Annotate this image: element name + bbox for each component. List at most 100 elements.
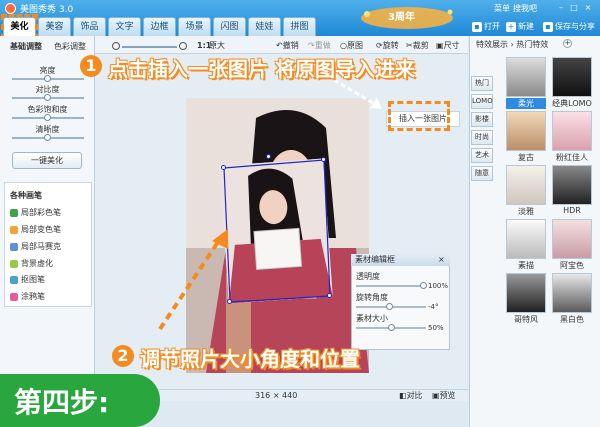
slider-knob[interactable] xyxy=(386,303,393,310)
brush-local-recolor[interactable]: 局部变色笔 xyxy=(10,224,61,236)
opacity-value: 100% xyxy=(428,282,449,290)
tab-lomo[interactable]: LOMO xyxy=(471,94,493,109)
arrow-to-photo-icon xyxy=(158,229,228,331)
expand-icon[interactable]: + xyxy=(563,39,572,48)
subtab-color[interactable]: 色彩调整 xyxy=(54,40,86,53)
tab-popular[interactable]: 热门 xyxy=(471,76,493,91)
resize-handle[interactable] xyxy=(221,165,226,170)
tab-doll[interactable]: 娃娃 xyxy=(248,17,281,36)
step-2-instruction: 调节照片大小角度和位置 xyxy=(140,347,360,371)
step-marker-1: 1 xyxy=(80,55,102,77)
subtab-basic[interactable]: 基础调整 xyxy=(10,40,42,53)
close-icon[interactable]: × xyxy=(582,3,594,13)
effect-elegant[interactable] xyxy=(506,165,546,205)
effect-black-white[interactable] xyxy=(552,273,592,313)
brush-cutout[interactable]: 抠图笔 xyxy=(10,274,45,286)
compare-icon: ◧ xyxy=(399,391,407,400)
open-button[interactable]: ▪ 打开 xyxy=(472,19,500,34)
effect-classic-lomo[interactable] xyxy=(552,57,592,97)
anniversary-text: 3周年 xyxy=(388,12,415,23)
plus-icon: + xyxy=(506,21,516,32)
tab-collage[interactable]: 拼图 xyxy=(283,17,316,36)
brush-local-color[interactable]: 局部彩色笔 xyxy=(10,207,61,219)
preview-icon: ▣ xyxy=(432,391,440,400)
effect-label-sketch: 素描 xyxy=(518,261,534,270)
preview-button[interactable]: ▣预览 xyxy=(432,390,456,401)
tab-scene[interactable]: 场景 xyxy=(178,17,211,36)
opacity-slider[interactable] xyxy=(356,285,426,287)
maximize-icon[interactable]: □ xyxy=(568,3,580,13)
rotate-handle[interactable] xyxy=(266,154,271,159)
tab-text[interactable]: 文字 xyxy=(108,17,141,36)
brush-mosaic[interactable]: 局部马赛克 xyxy=(10,241,61,253)
tab-accessories[interactable]: 饰品 xyxy=(73,17,106,36)
brush-title: 各种画笔 xyxy=(10,191,42,200)
one-key-beautify-button[interactable]: 一键美化 xyxy=(12,152,82,169)
tab-studio[interactable]: 影楼 xyxy=(471,112,493,127)
slider-knob[interactable] xyxy=(44,94,51,101)
effect-label-abao: 阿宝色 xyxy=(560,261,584,270)
tab-fashion[interactable]: 时尚 xyxy=(471,130,493,145)
material-size-label: 素材大小 xyxy=(356,314,388,323)
slider-knob[interactable] xyxy=(420,282,427,289)
minimize-icon[interactable]: – xyxy=(555,3,567,13)
step-1-instruction: 点击插入一张图片 将原图导入进来 xyxy=(108,57,415,81)
app-logo-icon xyxy=(5,3,16,14)
mosaic-icon xyxy=(10,242,18,251)
tab-border[interactable]: 边框 xyxy=(143,17,176,36)
zoom-in-icon[interactable] xyxy=(179,42,187,50)
effect-label-black-white: 黑白色 xyxy=(560,315,584,324)
effect-label-pink-lady: 粉红佳人 xyxy=(556,153,588,162)
tab-flash[interactable]: 闪图 xyxy=(213,17,246,36)
effect-label-retro: 复古 xyxy=(518,153,534,162)
selection-frame[interactable] xyxy=(218,154,338,304)
compare-button[interactable]: ◧对比 xyxy=(399,390,423,401)
resize-handle[interactable] xyxy=(321,157,326,162)
redo-icon: ↷ xyxy=(308,41,315,50)
recolor-brush-icon xyxy=(10,225,18,234)
effect-gothic[interactable] xyxy=(506,273,546,313)
effect-hdr[interactable] xyxy=(552,165,592,205)
effect-soft-light[interactable] xyxy=(506,57,546,97)
slider-knob[interactable] xyxy=(44,75,51,82)
rotate-button[interactable]: ⟳旋转 xyxy=(376,41,399,51)
save-button[interactable]: ▪ 保存与分享 xyxy=(543,19,595,34)
close-icon[interactable]: × xyxy=(438,255,445,265)
tab-beauty[interactable]: 美容 xyxy=(38,17,71,36)
effect-sketch[interactable] xyxy=(506,219,546,259)
tab-random[interactable]: 随意 xyxy=(471,166,493,181)
size-button[interactable]: ▣尺寸 xyxy=(436,41,460,51)
crop-button[interactable]: ✂裁剪 xyxy=(406,41,429,51)
zoom-out-icon[interactable] xyxy=(112,42,120,50)
reset-icon: ○ xyxy=(340,41,347,50)
resize-handle[interactable] xyxy=(327,293,332,298)
material-size-value: 50% xyxy=(428,324,444,332)
effect-pink-lady[interactable] xyxy=(552,111,592,151)
tab-art[interactable]: 艺术 xyxy=(471,148,493,163)
effect-abao[interactable] xyxy=(552,219,592,259)
brush-doodle[interactable]: 涂鸦笔 xyxy=(10,291,45,303)
folder-icon: ▪ xyxy=(472,21,482,32)
undo-button[interactable]: ↶撤销 xyxy=(276,41,299,51)
menu-link[interactable]: 菜单 xyxy=(494,3,510,14)
size-icon: ▣ xyxy=(436,41,444,50)
image-dimensions: 316 × 440 xyxy=(255,391,298,400)
slider-knob[interactable] xyxy=(388,324,395,331)
effects-header: 特效展示 › 热门特效 xyxy=(476,40,549,49)
slider-knob[interactable] xyxy=(44,114,51,121)
rotation-value: -4° xyxy=(428,303,439,311)
new-button[interactable]: + 新建 xyxy=(506,19,534,34)
slider-knob[interactable] xyxy=(44,134,51,141)
redo-button[interactable]: ↷重做 xyxy=(308,41,331,51)
original-size-button[interactable]: 原大 xyxy=(209,41,225,51)
insert-highlight-box xyxy=(388,101,450,131)
reset-button[interactable]: ○原图 xyxy=(340,41,363,51)
feedback-link[interactable]: 搜我吧 xyxy=(513,3,537,14)
blur-icon xyxy=(10,259,18,268)
color-brush-icon xyxy=(10,208,18,217)
effect-retro[interactable] xyxy=(506,111,546,151)
brush-background-blur[interactable]: 背景虚化 xyxy=(10,258,53,270)
zoom-slider[interactable] xyxy=(122,46,177,48)
doodle-icon xyxy=(10,292,18,301)
undo-icon: ↶ xyxy=(276,41,283,50)
